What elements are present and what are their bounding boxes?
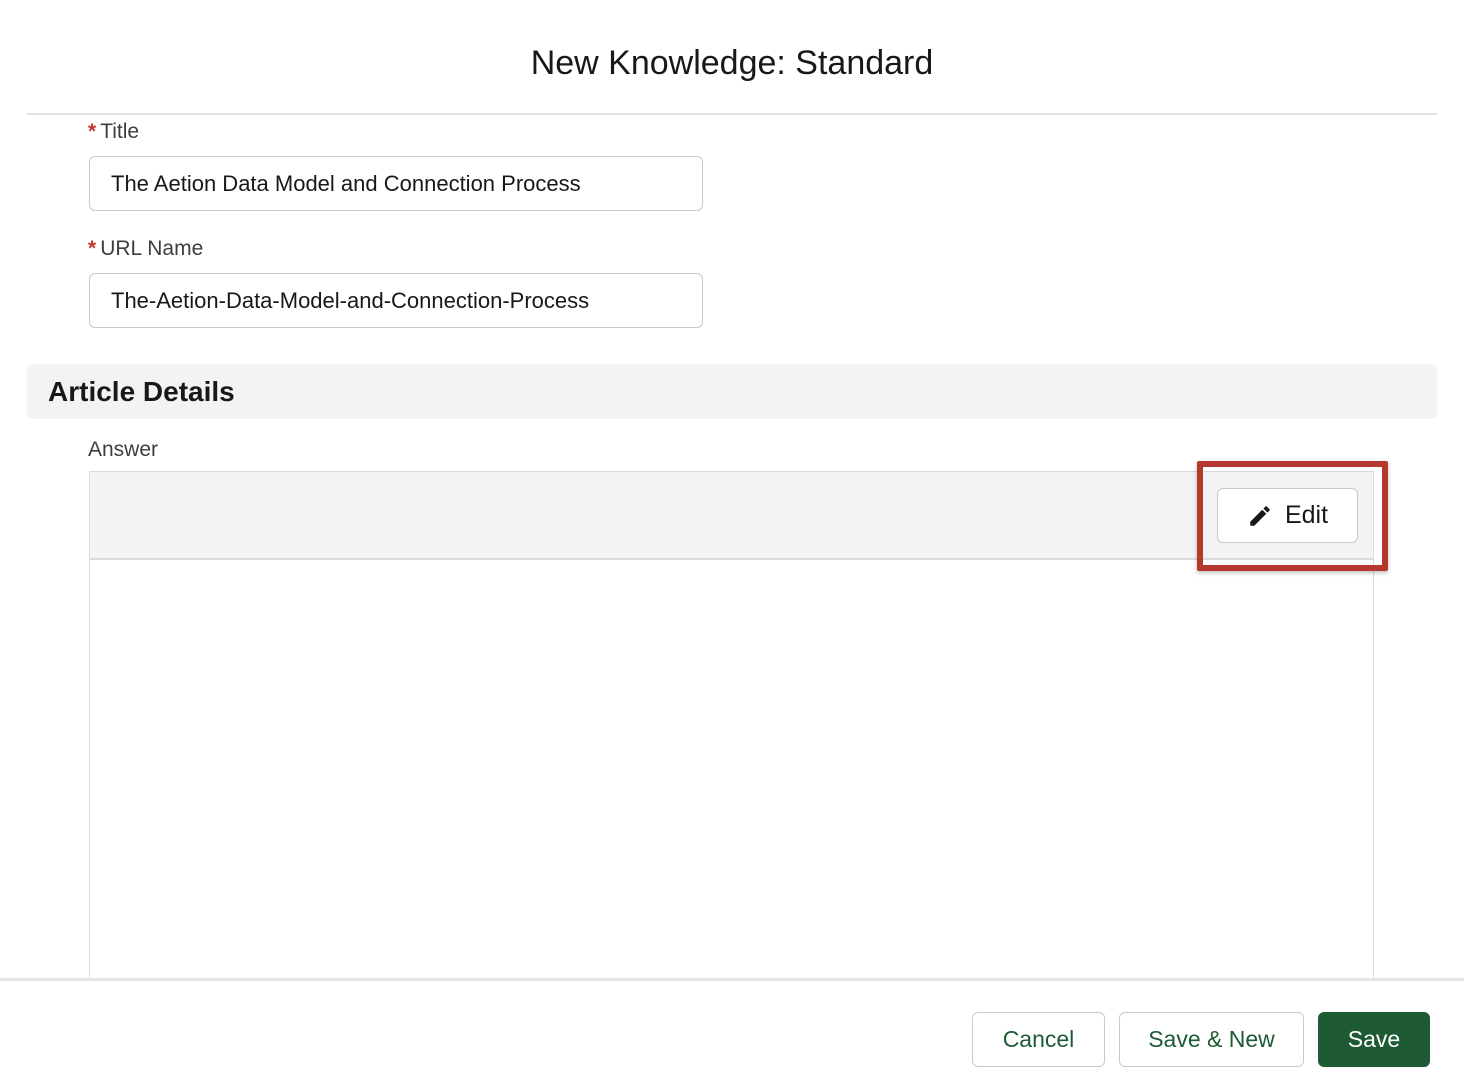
section-title: Article Details <box>48 376 235 407</box>
modal-footer: Cancel Save & New Save <box>0 978 1464 1089</box>
save-button[interactable]: Save <box>1318 1012 1430 1067</box>
article-details-section-header[interactable]: Article Details <box>27 364 1437 419</box>
title-input[interactable] <box>89 156 703 211</box>
modal-header: New Knowledge: Standard <box>0 0 1464 115</box>
url-name-label-text: URL Name <box>100 237 204 260</box>
answer-label: Answer <box>88 438 159 461</box>
pencil-icon <box>1250 505 1270 526</box>
modal-title: New Knowledge: Standard <box>530 44 934 82</box>
header-divider <box>27 113 1437 115</box>
new-knowledge-modal: New Knowledge: Standard *Title *URL Name… <box>0 0 1464 1089</box>
title-label-text: Title <box>100 120 140 143</box>
save-and-new-button[interactable]: Save & New <box>1119 1012 1304 1067</box>
answer-rich-text-editor <box>89 471 1374 981</box>
edit-button[interactable]: Edit <box>1217 488 1358 543</box>
required-indicator: * <box>88 120 97 143</box>
url-name-input[interactable] <box>89 273 703 328</box>
editor-toolbar <box>90 472 1373 560</box>
title-label: * Title <box>88 120 139 144</box>
cancel-button[interactable]: Cancel <box>972 1012 1105 1067</box>
edit-button-label: Edit <box>1284 501 1329 529</box>
url-name-label: * URL Name <box>88 237 203 261</box>
answer-editor-body[interactable] <box>90 560 1373 980</box>
required-indicator: * <box>88 237 97 260</box>
